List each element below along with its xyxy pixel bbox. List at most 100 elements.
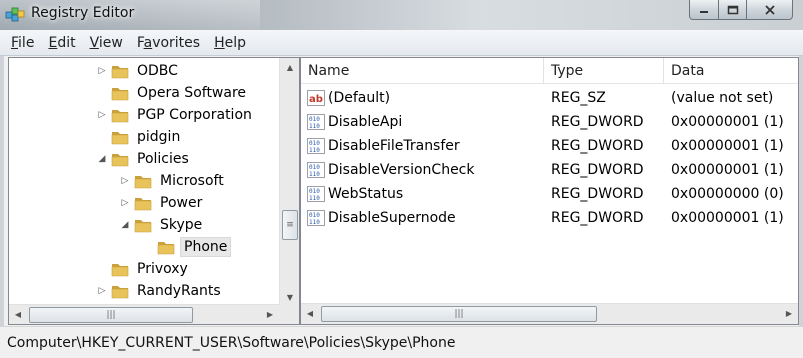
value-name: (Default) bbox=[328, 90, 391, 106]
folder-icon bbox=[157, 239, 175, 255]
tree-item-label: pidgin bbox=[137, 129, 181, 145]
binary-value-icon: 010 110 bbox=[307, 138, 325, 154]
list-horizontal-scrollbar[interactable]: ◀ ||| ▶ bbox=[301, 303, 798, 324]
tree-item-label: Microsoft bbox=[160, 173, 224, 189]
close-button[interactable] bbox=[747, 0, 793, 20]
value-name: DisableVersionCheck bbox=[328, 162, 475, 178]
expand-arrow-icon[interactable]: ▷ bbox=[118, 170, 132, 192]
minimize-button[interactable] bbox=[689, 0, 719, 20]
value-data: 0x00000001 (1) bbox=[671, 162, 784, 178]
column-header-data[interactable]: Data bbox=[664, 58, 798, 84]
title-bar[interactable]: Registry Editor bbox=[0, 0, 803, 30]
tree-item[interactable]: Phone bbox=[141, 236, 232, 258]
folder-icon bbox=[111, 107, 129, 123]
value-row[interactable]: 010 110 DisableSupernode REG_DWORD 0x0000000… bbox=[301, 206, 798, 230]
folder-icon bbox=[111, 63, 129, 79]
tree-vscroll-thumb[interactable]: ≡ bbox=[282, 210, 298, 240]
collapse-arrow-icon[interactable]: ◢ bbox=[118, 214, 132, 236]
value-row[interactable]: 010 110 DisableApi REG_DWORD 0x00000001 (1) bbox=[301, 110, 798, 134]
string-value-icon: ab bbox=[307, 90, 325, 106]
value-name-cell: 010 110 DisableVersionCheck bbox=[301, 162, 544, 178]
maximize-button[interactable] bbox=[719, 0, 747, 20]
tree-item[interactable]: ▷ Microsoft bbox=[118, 170, 227, 192]
tree-item[interactable]: ▷ PGP Corporation bbox=[95, 104, 255, 126]
value-row[interactable]: ab (Default) REG_SZ (value not set) bbox=[301, 86, 798, 110]
menu-file-label: ile bbox=[18, 34, 35, 51]
value-name-cell: 010 110 DisableFileTransfer bbox=[301, 138, 544, 154]
tree-item-label: Opera Software bbox=[137, 85, 247, 101]
menu-file[interactable]: File bbox=[4, 35, 41, 51]
binary-value-icon: 010 110 bbox=[307, 210, 325, 226]
scroll-left-arrow-icon[interactable]: ◀ bbox=[9, 305, 27, 324]
scroll-corner bbox=[279, 304, 299, 324]
scroll-up-arrow-icon[interactable]: ▲ bbox=[280, 58, 300, 76]
client-area: ▷ ODBC Opera Software ▷ PGP Corporation pidgi… bbox=[4, 56, 799, 326]
svg-text:ab: ab bbox=[309, 94, 323, 105]
menu-edit-label: dit bbox=[57, 34, 76, 51]
tree-item[interactable]: Privoxy bbox=[95, 258, 191, 280]
value-row[interactable]: 010 110 DisableFileTransfer REG_DWORD 0x0000… bbox=[301, 134, 798, 158]
svg-text:010: 010 bbox=[309, 188, 320, 195]
values-list-pane: Name Type Data ab (Default) REG_SZ (value n… bbox=[300, 57, 799, 325]
menu-bar: File Edit View Favorites Help bbox=[0, 30, 803, 56]
value-type: REG_SZ bbox=[551, 90, 606, 106]
value-name: DisableApi bbox=[328, 114, 403, 130]
expand-arrow-icon[interactable]: ▷ bbox=[95, 104, 109, 126]
value-type: REG_DWORD bbox=[551, 210, 644, 226]
folder-icon bbox=[111, 261, 129, 277]
tree-item[interactable]: Opera Software bbox=[95, 82, 249, 104]
tree-item[interactable]: ▷ RandyRants bbox=[95, 280, 224, 302]
menu-help[interactable]: Help bbox=[207, 35, 253, 51]
collapse-arrow-icon[interactable]: ◢ bbox=[95, 148, 109, 170]
value-row[interactable]: 010 110 DisableVersionCheck REG_DWORD 0x0000… bbox=[301, 158, 798, 182]
expand-arrow-icon[interactable]: ▷ bbox=[95, 60, 109, 82]
tree-item[interactable]: ▷ Power bbox=[118, 192, 205, 214]
list-scroll-right-arrow-icon[interactable]: ▶ bbox=[780, 304, 798, 323]
window-controls bbox=[689, 0, 793, 20]
value-data: (value not set) bbox=[671, 90, 774, 106]
expand-arrow-icon[interactable]: ▷ bbox=[95, 280, 109, 302]
binary-value-icon: 010 110 bbox=[307, 114, 325, 130]
expand-arrow-icon[interactable]: ▷ bbox=[118, 192, 132, 214]
column-header-name[interactable]: Name bbox=[301, 58, 544, 84]
tree-item[interactable]: ◢ Policies bbox=[95, 148, 192, 170]
tree-item[interactable]: pidgin bbox=[95, 126, 183, 148]
menu-help-accel: H bbox=[214, 34, 225, 51]
tree-item[interactable]: ◢ Skype bbox=[118, 214, 205, 236]
menu-favorites[interactable]: Favorites bbox=[130, 35, 207, 51]
tree-item-label: Power bbox=[160, 195, 203, 211]
svg-text:010: 010 bbox=[309, 116, 320, 123]
value-name: WebStatus bbox=[328, 186, 404, 202]
column-header-type[interactable]: Type bbox=[544, 58, 664, 84]
current-key-path: Computer\HKEY_CURRENT_USER\Software\Poli… bbox=[7, 334, 456, 351]
tree-item-label: ODBC bbox=[137, 63, 178, 79]
minimize-icon bbox=[700, 10, 708, 13]
tree-item[interactable]: ▷ ODBC bbox=[95, 60, 181, 82]
tree-vertical-scrollbar[interactable]: ▲ ≡ ▼ bbox=[279, 58, 299, 306]
folder-icon bbox=[111, 85, 129, 101]
svg-text:110: 110 bbox=[309, 219, 320, 226]
tree-horizontal-scrollbar[interactable]: ◀ ||| ▶ bbox=[9, 304, 279, 324]
tree-hscroll-thumb[interactable]: ||| bbox=[29, 307, 193, 323]
registry-editor-icon[interactable] bbox=[5, 5, 25, 23]
folder-icon bbox=[134, 217, 152, 233]
menu-edit[interactable]: Edit bbox=[41, 35, 82, 51]
menu-help-label: elp bbox=[224, 34, 247, 51]
value-data: 0x00000000 (0) bbox=[671, 186, 784, 202]
window-title: Registry Editor bbox=[31, 5, 135, 21]
key-tree[interactable]: ▷ ODBC Opera Software ▷ PGP Corporation pidgi… bbox=[9, 58, 279, 306]
tree-item-label: PGP Corporation bbox=[137, 107, 252, 123]
value-row[interactable]: 010 110 WebStatus REG_DWORD 0x00000000 (0) bbox=[301, 182, 798, 206]
list-scroll-left-arrow-icon[interactable]: ◀ bbox=[301, 304, 319, 323]
menu-view[interactable]: View bbox=[83, 35, 130, 51]
scroll-right-arrow-icon[interactable]: ▶ bbox=[261, 305, 279, 324]
list-hscroll-thumb[interactable]: ||| bbox=[321, 306, 597, 322]
value-name-cell: 010 110 DisableSupernode bbox=[301, 210, 544, 226]
svg-text:010: 010 bbox=[309, 164, 320, 171]
svg-text:110: 110 bbox=[309, 195, 320, 202]
value-type: REG_DWORD bbox=[551, 162, 644, 178]
value-data: 0x00000001 (1) bbox=[671, 210, 784, 226]
